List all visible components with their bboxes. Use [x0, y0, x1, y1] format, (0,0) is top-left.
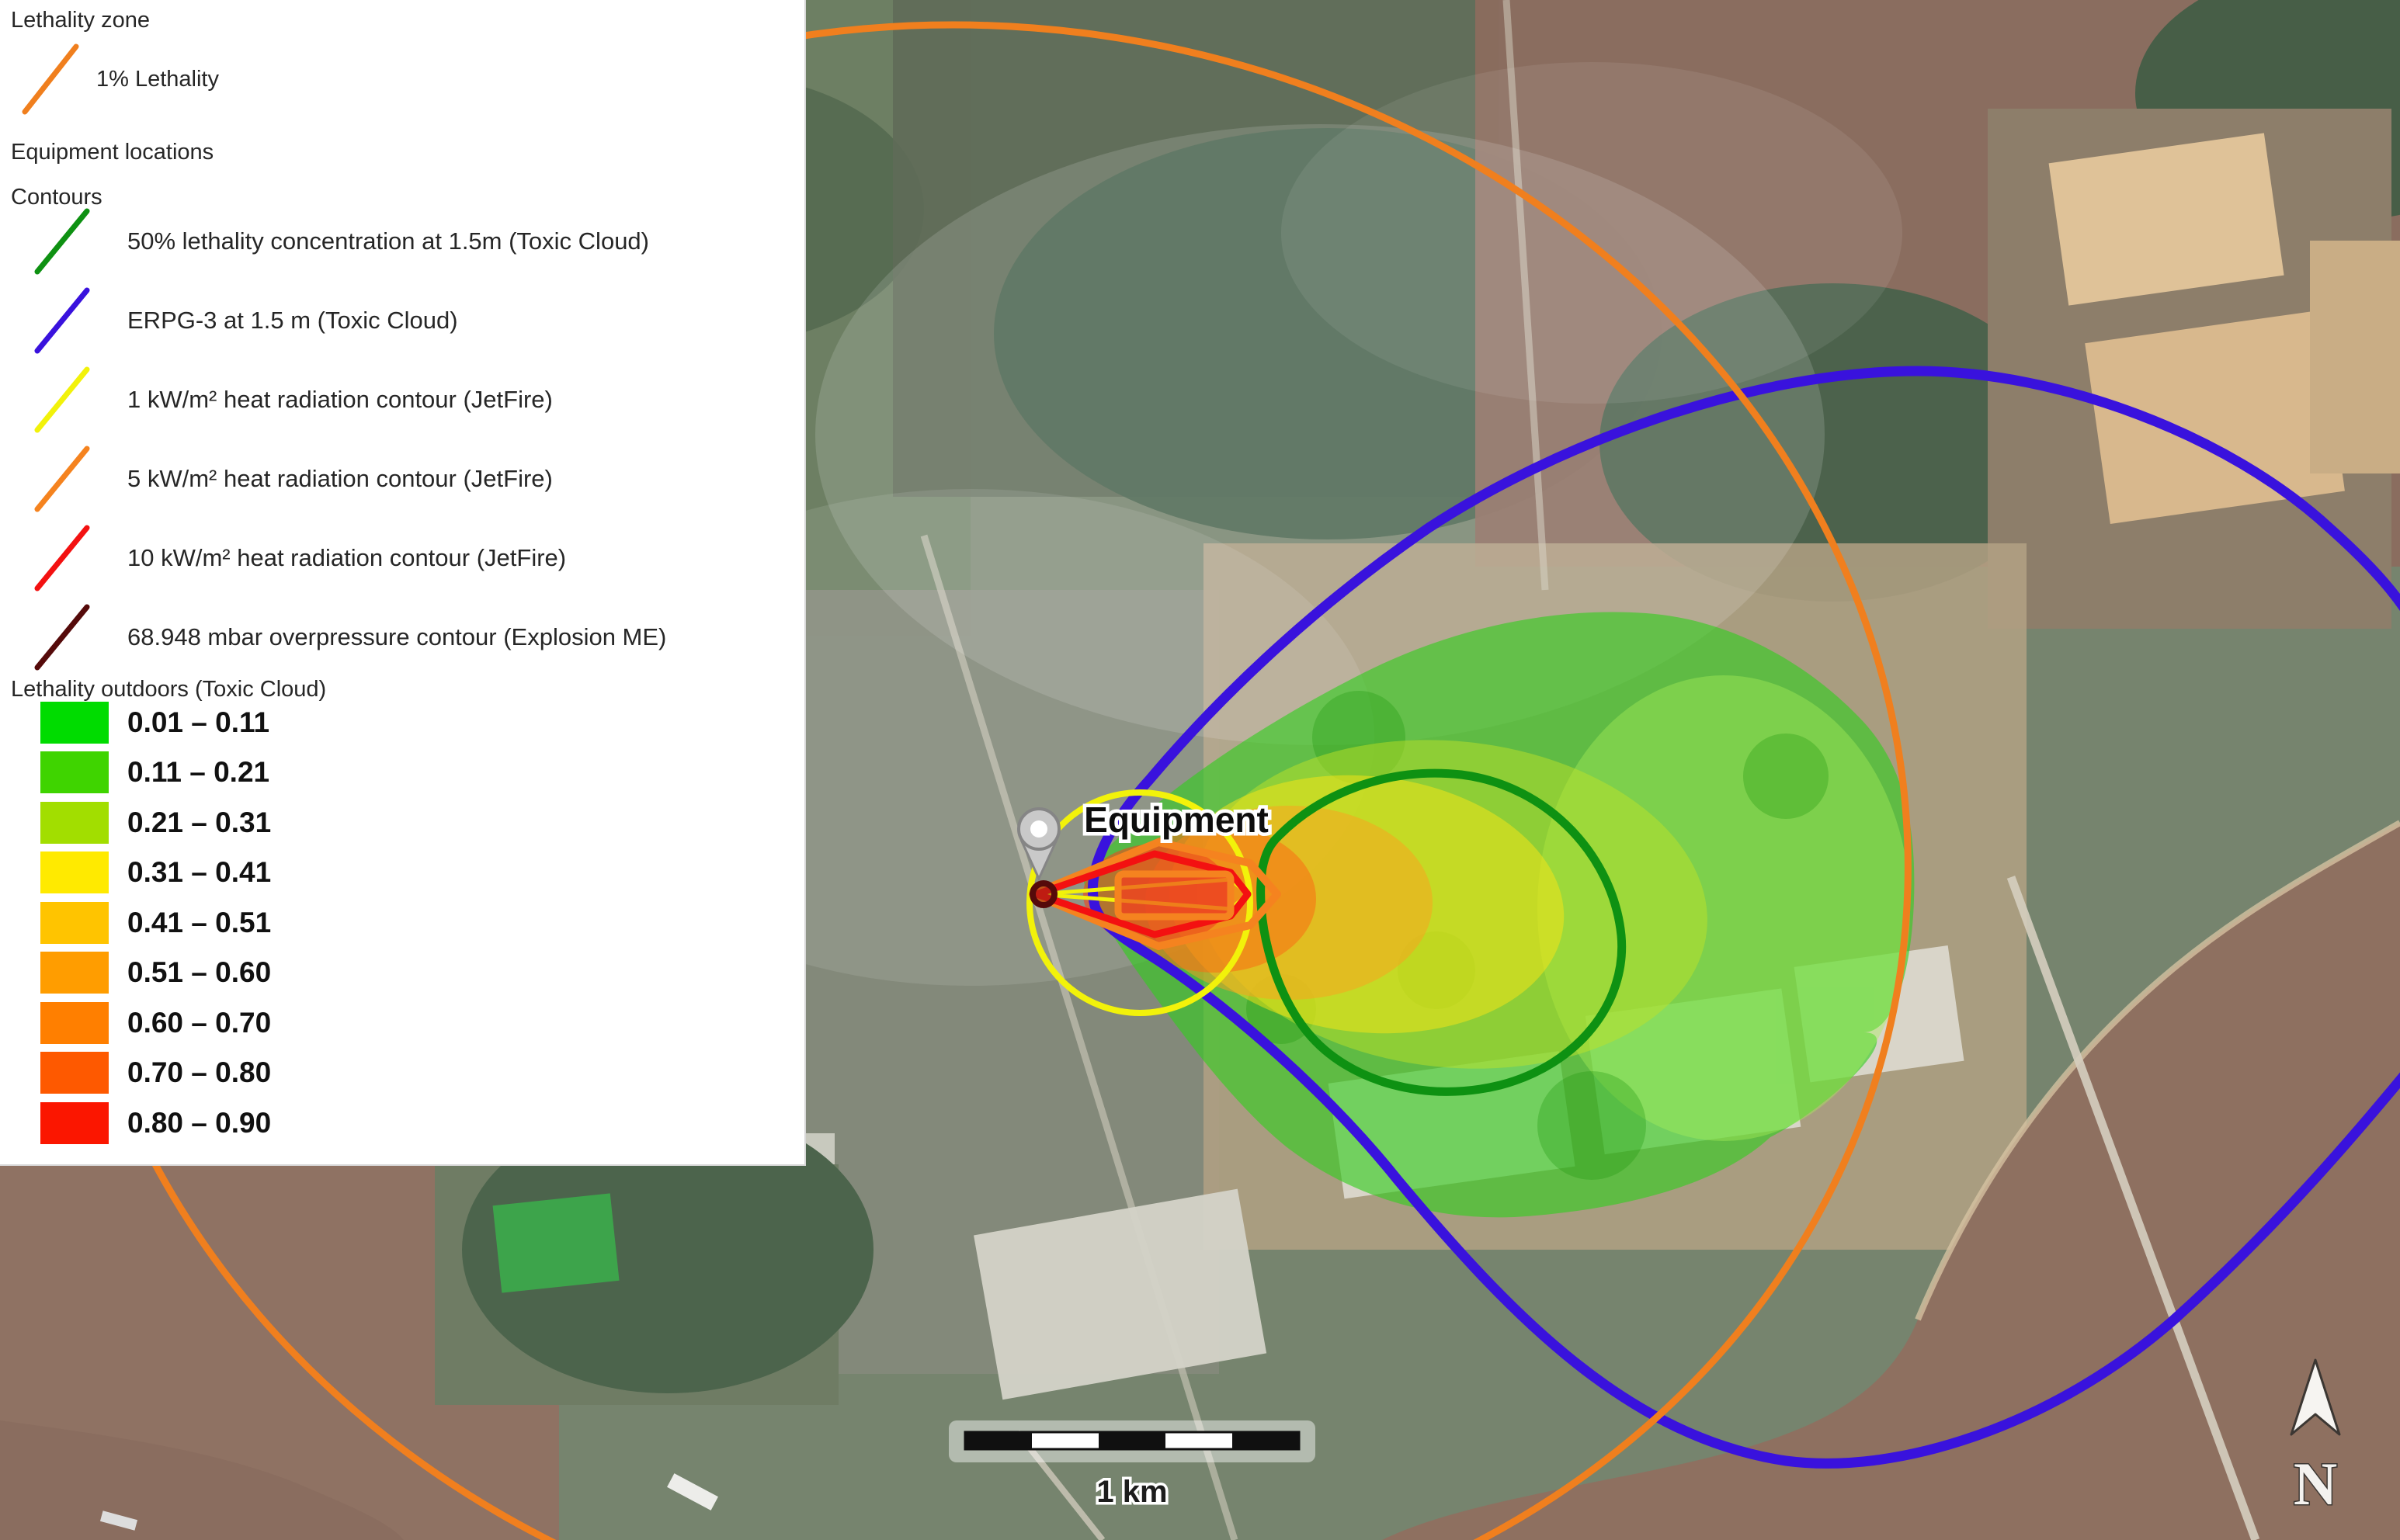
legend-item-50-lethality-contour: 50% lethality concentration at 1.5m (Tox… [31, 205, 649, 278]
swatch-range-label: 0.60 – 0.70 [127, 1007, 271, 1039]
legend-section-equipment-locations: Equipment locations [11, 140, 214, 165]
legend-item-1-percent-lethality: 1% Lethality [17, 40, 219, 118]
line-sample-icon [17, 40, 84, 118]
legend-item-overpressure-contour: 68.948 mbar overpressure contour (Explos… [31, 601, 666, 674]
legend-section-lethality-outdoors: Lethality outdoors (Toxic Cloud) [11, 677, 326, 702]
color-swatch [40, 1102, 109, 1144]
color-swatch [40, 1002, 109, 1044]
legend-swatch-row: 0.60 – 0.70 [40, 1001, 271, 1045]
legend-swatch-row: 0.31 – 0.41 [40, 851, 271, 894]
swatch-range-label: 0.41 – 0.51 [127, 907, 271, 939]
color-swatch [40, 751, 109, 793]
legend-item-label: 5 kW/m² heat radiation contour (JetFire) [127, 465, 553, 493]
legend-item-1kw-contour: 1 kW/m² heat radiation contour (JetFire) [31, 363, 553, 436]
legend-swatch-row: 0.01 – 0.11 [40, 701, 269, 744]
swatch-range-label: 0.80 – 0.90 [127, 1107, 271, 1139]
color-swatch [40, 802, 109, 844]
swatch-range-label: 0.31 – 0.41 [127, 856, 271, 889]
legend-swatch-row: 0.41 – 0.51 [40, 901, 271, 945]
swatch-range-label: 0.70 – 0.80 [127, 1056, 271, 1089]
scale-bar [949, 1420, 1315, 1462]
legend-item-label: 1% Lethality [96, 67, 219, 92]
line-sample-icon [31, 205, 93, 278]
legend-swatch-row: 0.51 – 0.60 [40, 951, 271, 994]
legend-swatch-row: 0.21 – 0.31 [40, 801, 271, 845]
color-swatch [40, 902, 109, 944]
legend-item-10kw-contour: 10 kW/m² heat radiation contour (JetFire… [31, 522, 566, 595]
legend-item-5kw-contour: 5 kW/m² heat radiation contour (JetFire) [31, 442, 553, 515]
line-sample-icon [31, 601, 93, 674]
legend-item-label: ERPG-3 at 1.5 m (Toxic Cloud) [127, 307, 458, 335]
scale-label: 1 km [1096, 1475, 1167, 1509]
hazard-map-figure: Equipment 1 km N Lethality zone 1% Letha… [0, 0, 2400, 1540]
legend-swatch-row: 0.11 – 0.21 [40, 751, 269, 794]
swatch-range-label: 0.21 – 0.31 [127, 806, 271, 839]
legend-section-lethality-zone: Lethality zone [11, 8, 150, 33]
equipment-label: Equipment [1084, 799, 1269, 840]
legend-item-label: 68.948 mbar overpressure contour (Explos… [127, 623, 666, 651]
line-sample-icon [31, 284, 93, 357]
overpressure-contour [1033, 883, 1054, 905]
jetfire-core-zone [1118, 874, 1231, 917]
legend-swatch-row: 0.70 – 0.80 [40, 1051, 271, 1094]
legend-item-label: 50% lethality concentration at 1.5m (Tox… [127, 227, 649, 255]
line-sample-icon [31, 522, 93, 595]
swatch-range-label: 0.51 – 0.60 [127, 956, 271, 989]
swatch-range-label: 0.11 – 0.21 [127, 756, 269, 789]
line-sample-icon [31, 442, 93, 515]
swatch-range-label: 0.01 – 0.11 [127, 706, 269, 739]
legend-swatch-row: 0.80 – 0.90 [40, 1101, 271, 1145]
color-swatch [40, 952, 109, 994]
color-swatch [40, 1052, 109, 1094]
north-label: N [2294, 1450, 2337, 1517]
legend-item-label: 10 kW/m² heat radiation contour (JetFire… [127, 544, 566, 572]
legend-item-label: 1 kW/m² heat radiation contour (JetFire) [127, 386, 553, 414]
line-sample-icon [31, 363, 93, 436]
legend-panel: Lethality zone 1% Lethality Equipment lo… [0, 0, 806, 1166]
color-swatch [40, 852, 109, 893]
color-swatch [40, 702, 109, 744]
legend-item-erpg3-contour: ERPG-3 at 1.5 m (Toxic Cloud) [31, 284, 458, 357]
